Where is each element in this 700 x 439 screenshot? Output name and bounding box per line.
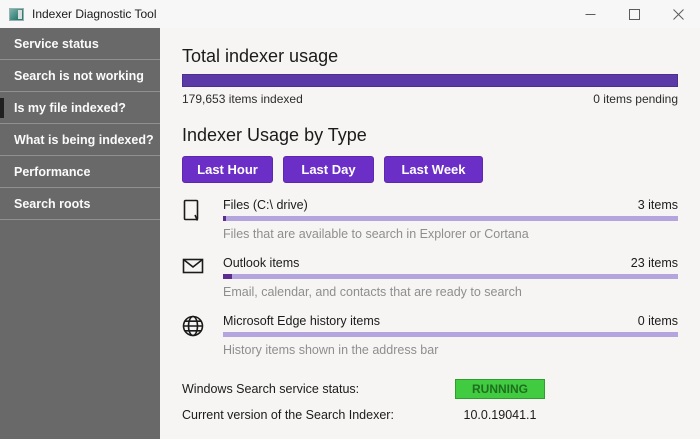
sidebar-item-label: Search is not working: [14, 69, 144, 83]
usage-description: History items shown in the address bar: [223, 343, 678, 357]
envelope-icon: [182, 256, 223, 299]
usage-progressbar: [223, 274, 678, 279]
total-usage-meta: 179,653 items indexed 0 items pending: [182, 92, 678, 106]
service-status-row: Windows Search service status: RUNNING: [182, 379, 678, 399]
close-icon: [673, 9, 684, 20]
window-controls: [568, 0, 700, 28]
service-status-badge: RUNNING: [455, 379, 545, 399]
app-icon: [9, 8, 24, 21]
service-status-label: Windows Search service status:: [182, 382, 455, 396]
last-day-button[interactable]: Last Day: [283, 156, 374, 183]
time-range-buttons: Last Hour Last Day Last Week: [182, 156, 678, 183]
selected-indicator: [0, 98, 4, 118]
last-hour-button[interactable]: Last Hour: [182, 156, 273, 183]
usage-by-type-title: Indexer Usage by Type: [182, 125, 678, 146]
maximize-icon: [629, 9, 640, 20]
sidebar-item-label: Service status: [14, 37, 99, 51]
usage-label: Files (C:\ drive): [223, 198, 308, 212]
usage-count: 23 items: [631, 256, 678, 270]
app-window: Indexer Diagnostic Tool Service status S…: [0, 0, 700, 439]
sidebar-item-label: Is my file indexed?: [14, 101, 126, 115]
total-usage-progress-fill: [182, 74, 678, 87]
sidebar-item-label: Search roots: [14, 197, 90, 211]
maximize-button[interactable]: [612, 0, 656, 28]
usage-label: Microsoft Edge history items: [223, 314, 380, 328]
usage-row-outlook: Outlook items 23 items Email, calendar, …: [182, 256, 678, 299]
usage-description: Email, calendar, and contacts that are r…: [223, 285, 678, 299]
items-pending-label: 0 items pending: [593, 92, 678, 106]
sidebar-item-label: What is being indexed?: [14, 133, 154, 147]
sidebar-item-performance[interactable]: Performance: [0, 156, 160, 188]
window-title: Indexer Diagnostic Tool: [32, 7, 157, 21]
sidebar-item-what-is-being-indexed[interactable]: What is being indexed?: [0, 124, 160, 156]
usage-count: 0 items: [638, 314, 678, 328]
main-content: Total indexer usage 179,653 items indexe…: [160, 28, 700, 439]
indexer-version-label: Current version of the Search Indexer:: [182, 408, 455, 422]
usage-progress-fill: [223, 274, 232, 279]
indexer-version-row: Current version of the Search Indexer: 1…: [182, 408, 678, 422]
usage-count: 3 items: [638, 198, 678, 212]
total-usage-progressbar: [182, 74, 678, 87]
total-usage-title: Total indexer usage: [182, 46, 678, 67]
usage-row-files: Files (C:\ drive) 3 items Files that are…: [182, 198, 678, 241]
document-icon: [182, 198, 223, 241]
globe-icon: [182, 314, 223, 357]
usage-row-edge-history: Microsoft Edge history items 0 items His…: [182, 314, 678, 357]
usage-description: Files that are available to search in Ex…: [223, 227, 678, 241]
titlebar: Indexer Diagnostic Tool: [0, 0, 700, 28]
usage-progressbar: [223, 332, 678, 337]
status-section: Windows Search service status: RUNNING C…: [182, 379, 678, 422]
minimize-button[interactable]: [568, 0, 612, 28]
usage-progress-fill: [223, 216, 226, 221]
last-week-button[interactable]: Last Week: [384, 156, 483, 183]
close-button[interactable]: [656, 0, 700, 28]
sidebar-item-search-not-working[interactable]: Search is not working: [0, 60, 160, 92]
usage-label: Outlook items: [223, 256, 299, 270]
sidebar-item-service-status[interactable]: Service status: [0, 28, 160, 60]
sidebar: Service status Search is not working Is …: [0, 28, 160, 439]
indexer-version-value: 10.0.19041.1: [455, 408, 545, 422]
items-indexed-label: 179,653 items indexed: [182, 92, 303, 106]
usage-progressbar: [223, 216, 678, 221]
sidebar-item-is-my-file-indexed[interactable]: Is my file indexed?: [0, 92, 160, 124]
minimize-icon: [585, 9, 596, 20]
sidebar-item-search-roots[interactable]: Search roots: [0, 188, 160, 220]
sidebar-item-label: Performance: [14, 165, 90, 179]
